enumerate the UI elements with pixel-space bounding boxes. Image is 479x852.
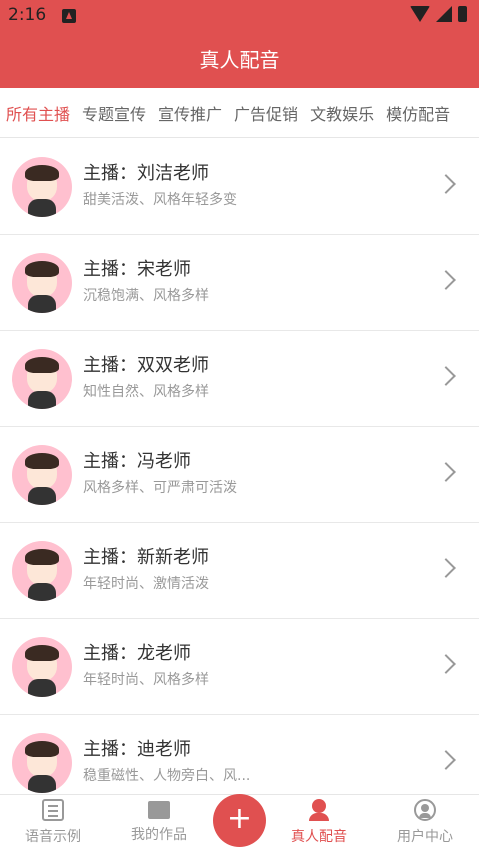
status-icons bbox=[410, 6, 467, 22]
tab-topic-promo[interactable]: 专题宣传 bbox=[76, 101, 152, 125]
avatar bbox=[12, 541, 72, 601]
signal-icon bbox=[436, 6, 452, 22]
status-bar: 2:16 bbox=[0, 0, 479, 32]
chevron-right-icon bbox=[436, 750, 456, 770]
tab-culture-entertainment[interactable]: 文教娱乐 bbox=[304, 101, 380, 125]
user-icon bbox=[414, 799, 436, 821]
tab-ad-sales[interactable]: 广告促销 bbox=[228, 101, 304, 125]
wifi-icon bbox=[410, 6, 430, 22]
anchor-name: 主播：宋老师 bbox=[83, 259, 191, 280]
list-item[interactable]: 主播：双双老师 知性自然、风格多样 bbox=[0, 331, 479, 427]
tab-promotion[interactable]: 宣传推广 bbox=[152, 101, 228, 125]
avatar bbox=[12, 157, 72, 217]
nav-user-center[interactable]: 用户中心 bbox=[375, 799, 475, 846]
chevron-right-icon bbox=[436, 654, 456, 674]
anchor-description: 风格多样、可严肃可活泼 bbox=[83, 480, 237, 496]
anchor-name: 主播：刘洁老师 bbox=[83, 163, 209, 184]
nav-label: 我的作品 bbox=[131, 827, 187, 843]
anchor-description: 甜美活泼、风格年轻多变 bbox=[83, 192, 237, 208]
chevron-right-icon bbox=[436, 462, 456, 482]
anchor-description: 稳重磁性、人物旁白、风... bbox=[83, 768, 251, 784]
nav-real-dubbing[interactable]: 真人配音 bbox=[269, 799, 369, 846]
list-item[interactable]: 主播：宋老师 沉稳饱满、风格多样 bbox=[0, 235, 479, 331]
tab-imitation-dubbing[interactable]: 模仿配音 bbox=[380, 101, 456, 125]
nav-label: 语音示例 bbox=[25, 829, 81, 845]
folder-icon bbox=[148, 801, 170, 819]
chevron-right-icon bbox=[436, 174, 456, 194]
anchor-description: 沉稳饱满、风格多样 bbox=[83, 288, 209, 304]
anchor-description: 知性自然、风格多样 bbox=[83, 384, 209, 400]
list-icon bbox=[42, 799, 64, 821]
anchor-name: 主播：新新老师 bbox=[83, 547, 209, 568]
avatar bbox=[12, 445, 72, 505]
avatar bbox=[12, 637, 72, 697]
battery-icon bbox=[458, 6, 467, 22]
page-title: 真人配音 bbox=[0, 32, 479, 88]
list-item[interactable]: 主播：冯老师 风格多样、可严肃可活泼 bbox=[0, 427, 479, 523]
list-item[interactable]: 主播：刘洁老师 甜美活泼、风格年轻多变 bbox=[0, 139, 479, 235]
avatar bbox=[12, 253, 72, 313]
chevron-right-icon bbox=[436, 366, 456, 386]
anchor-name: 主播：双双老师 bbox=[83, 355, 209, 376]
nav-my-works[interactable]: 我的作品 bbox=[109, 799, 209, 844]
nav-label: 用户中心 bbox=[397, 829, 453, 845]
anchor-name: 主播：冯老师 bbox=[83, 451, 191, 472]
avatar bbox=[12, 733, 72, 793]
chevron-right-icon bbox=[436, 270, 456, 290]
tab-all-anchors[interactable]: 所有主播 bbox=[0, 101, 76, 125]
person-icon bbox=[308, 799, 330, 821]
notification-icon bbox=[62, 9, 76, 23]
anchor-description: 年轻时尚、激情活泼 bbox=[83, 576, 209, 592]
avatar bbox=[12, 349, 72, 409]
add-button[interactable]: + bbox=[213, 794, 266, 847]
category-tabs: 所有主播 专题宣传 宣传推广 广告促销 文教娱乐 模仿配音 bbox=[0, 88, 479, 138]
anchor-name: 主播：迪老师 bbox=[83, 739, 191, 760]
list-item[interactable]: 主播：龙老师 年轻时尚、风格多样 bbox=[0, 619, 479, 715]
status-time: 2:16 bbox=[8, 5, 47, 25]
anchor-description: 年轻时尚、风格多样 bbox=[83, 672, 209, 688]
chevron-right-icon bbox=[436, 558, 456, 578]
anchor-list: 主播：刘洁老师 甜美活泼、风格年轻多变 主播：宋老师 沉稳饱满、风格多样 主播：… bbox=[0, 139, 479, 811]
nav-label: 真人配音 bbox=[291, 829, 347, 845]
list-item[interactable]: 主播：新新老师 年轻时尚、激情活泼 bbox=[0, 523, 479, 619]
anchor-name: 主播：龙老师 bbox=[83, 643, 191, 664]
nav-voice-samples[interactable]: 语音示例 bbox=[3, 799, 103, 846]
